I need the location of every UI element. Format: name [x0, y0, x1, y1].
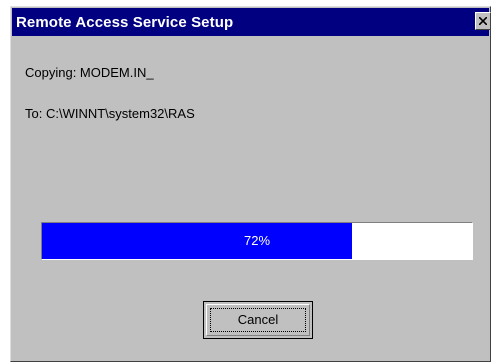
title-bar[interactable]: Remote Access Service Setup [12, 8, 491, 36]
progress-bar: 72% [41, 222, 473, 260]
progress-percent-label: 72% [243, 233, 271, 248]
setup-dialog: Remote Access Service Setup Copying: MOD… [10, 6, 491, 362]
window-title: Remote Access Service Setup [16, 14, 234, 31]
destination-path-text: To: C:\WINNT\system32\RAS [25, 106, 195, 121]
cancel-button[interactable]: Cancel [203, 301, 313, 339]
close-button[interactable] [475, 12, 491, 30]
copying-status-text: Copying: MODEM.IN_ [25, 65, 154, 80]
cancel-button-label: Cancel [237, 312, 279, 327]
close-icon [479, 17, 487, 25]
